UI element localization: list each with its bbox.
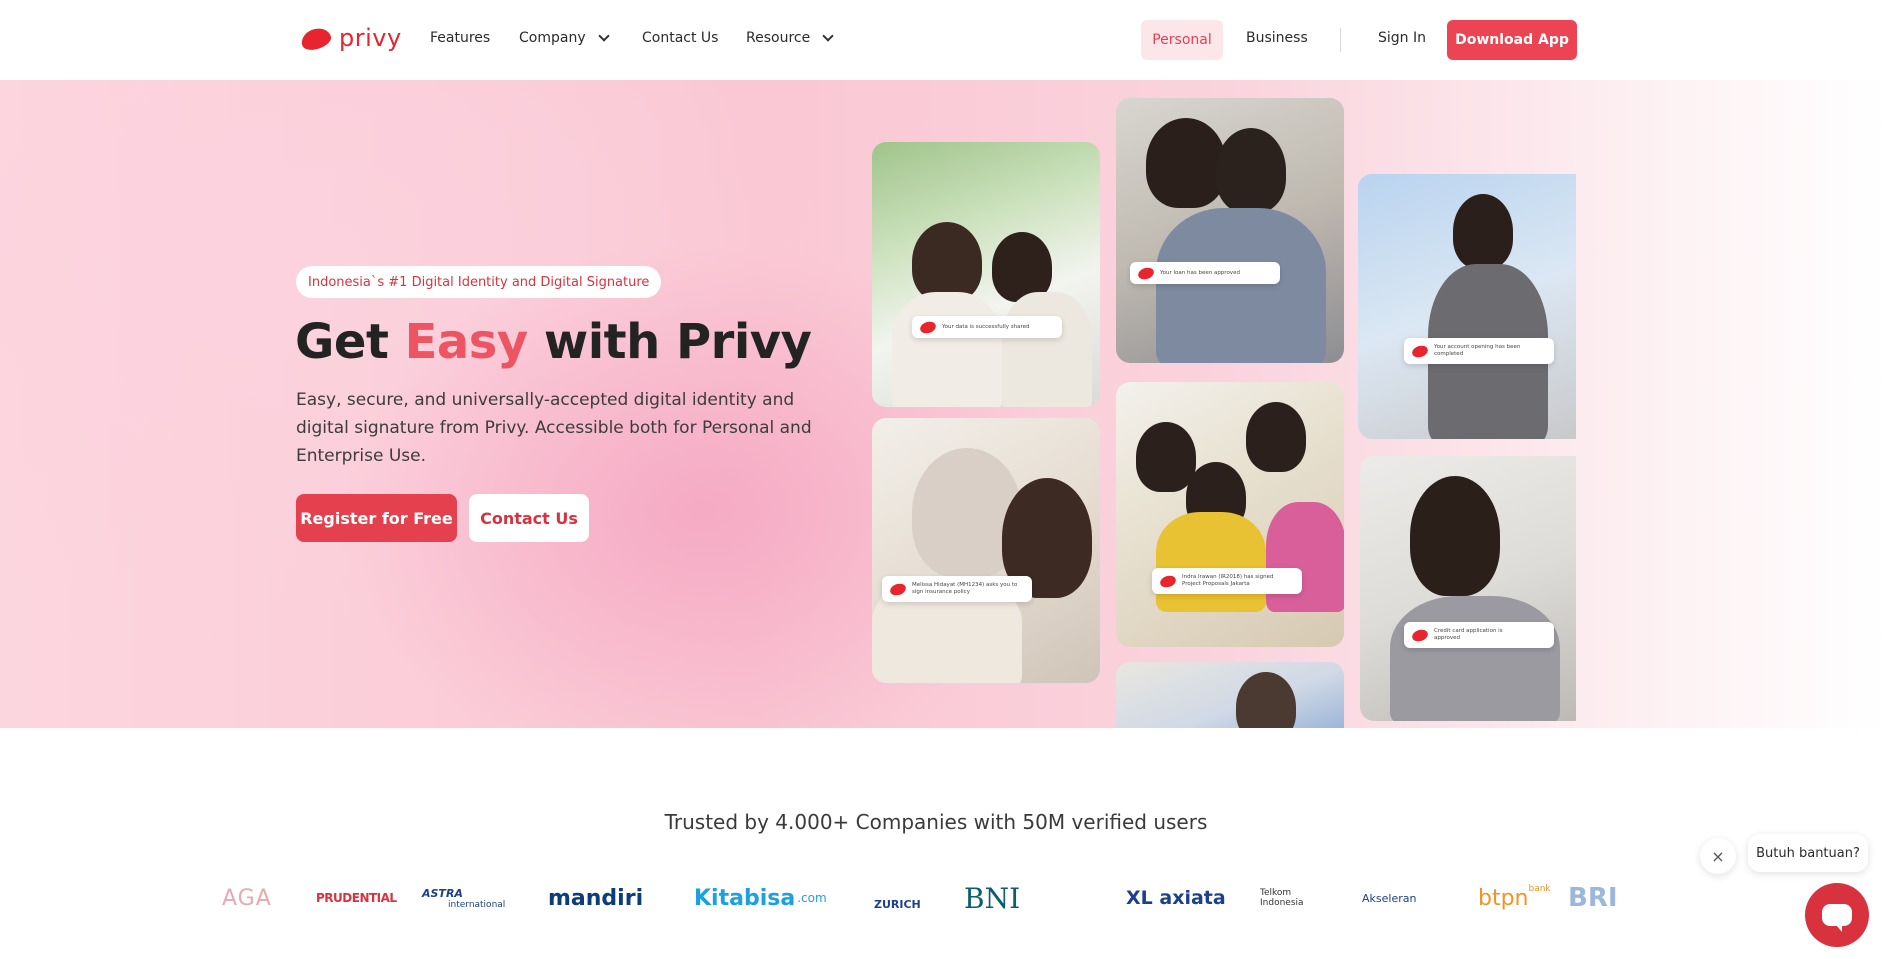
download-app-button[interactable]: Download App bbox=[1447, 20, 1577, 60]
notification-text: Your account opening has been completed bbox=[1434, 344, 1521, 357]
logo-telkom: Telkom Indonesia bbox=[1260, 878, 1304, 918]
notification-text: Your data is successfully shared bbox=[942, 323, 1030, 330]
chat-launcher-button[interactable] bbox=[1805, 883, 1869, 947]
logo-astra: ASTRA international bbox=[422, 878, 505, 918]
logo-kitabisa-name: Kitabisa bbox=[694, 885, 796, 911]
privy-mark-icon bbox=[1158, 573, 1178, 589]
nav-resource-label: Resource bbox=[746, 30, 811, 46]
business-toggle[interactable]: Business bbox=[1246, 30, 1308, 46]
photo-team-meeting: Indra Irawan (IR2018) has signed Project… bbox=[1116, 382, 1344, 647]
logo-zurich: ZURICH bbox=[874, 897, 921, 911]
notification-text: Indra Irawan (IR2018) has signed Project… bbox=[1182, 574, 1274, 587]
nav-company[interactable]: Company bbox=[519, 29, 610, 46]
person-shape bbox=[1266, 502, 1344, 612]
headline-post: with Privy bbox=[527, 314, 812, 370]
privy-mark-icon bbox=[918, 319, 938, 335]
trusted-heading: Trusted by 4.000+ Companies with 50M ver… bbox=[664, 810, 1208, 834]
logo-bri: BRI bbox=[1568, 883, 1618, 913]
nav-company-label: Company bbox=[519, 30, 586, 46]
person-shape bbox=[892, 292, 1002, 407]
hero-subtext: Easy, secure, and universally-accepted d… bbox=[296, 390, 812, 466]
nav-resource[interactable]: Resource bbox=[746, 29, 834, 46]
top-navbar: privy Features Company Contact Us Resour… bbox=[0, 0, 1887, 80]
notification-card: Melissa Hidayat (MH1234) asks you to sig… bbox=[882, 576, 1032, 602]
person-shape bbox=[1236, 672, 1296, 728]
nav-contact-label: Contact Us bbox=[642, 30, 719, 46]
person-shape bbox=[1156, 512, 1266, 612]
notification-card: Your loan has been approved bbox=[1130, 262, 1280, 284]
logo-text: privy bbox=[339, 24, 402, 52]
nav-features-label: Features bbox=[430, 30, 491, 46]
headline-pre: Get bbox=[295, 314, 405, 370]
notification-card: Indra Irawan (IR2018) has signed Project… bbox=[1152, 568, 1302, 594]
chevron-down-icon bbox=[822, 29, 834, 42]
logo-prudential: PRUDENTIAL bbox=[316, 891, 397, 905]
logo-astra-name: ASTRA bbox=[422, 886, 463, 900]
notification-text: Your loan has been approved bbox=[1160, 269, 1240, 276]
nav-divider bbox=[1340, 28, 1341, 52]
person-shape bbox=[1136, 422, 1196, 492]
person-shape bbox=[912, 222, 982, 302]
business-label: Business bbox=[1246, 30, 1308, 46]
person-shape bbox=[1390, 596, 1560, 721]
privy-mark-icon bbox=[1410, 627, 1430, 643]
privy-mark-icon bbox=[1136, 265, 1156, 281]
privy-logo-mark-icon bbox=[299, 25, 333, 51]
photo-couple-garden: Your data is successfully shared bbox=[872, 142, 1100, 407]
photo-couple-laptop: Your loan has been approved bbox=[1116, 98, 1344, 363]
sign-in-label: Sign In bbox=[1378, 30, 1426, 46]
logo-bni: BNI bbox=[964, 881, 1021, 915]
notification-card: Your account opening has been completed bbox=[1404, 338, 1554, 364]
person-shape bbox=[1410, 476, 1500, 596]
photo-woman-blazer: Your account opening has been completed bbox=[1358, 174, 1576, 439]
register-button[interactable]: Register for Free bbox=[296, 494, 457, 542]
notification-text: Credit card application is approved bbox=[1434, 628, 1503, 641]
logo-kitabisa: Kitabisa .com bbox=[694, 878, 827, 918]
person-shape bbox=[1156, 208, 1326, 363]
logo-astra-sub: international bbox=[448, 899, 506, 910]
logo-aga: AGA bbox=[222, 885, 272, 911]
logo-btpn-bank: bank bbox=[1528, 884, 1551, 894]
person-shape bbox=[1146, 118, 1226, 208]
logo-akseleran: Akseleran bbox=[1362, 891, 1417, 905]
photo-woman-excited: Credit card application is approved bbox=[1360, 456, 1576, 721]
logo-mandiri: mandiri bbox=[548, 885, 644, 911]
logo-btpn: btpn bank bbox=[1478, 878, 1551, 918]
logo-btpn-name: btpn bbox=[1478, 885, 1529, 911]
chat-close-button[interactable]: × bbox=[1700, 838, 1736, 874]
person-shape bbox=[1216, 128, 1286, 213]
sign-in-link[interactable]: Sign In bbox=[1378, 30, 1426, 46]
person-shape bbox=[1246, 402, 1306, 472]
privy-mark-icon bbox=[1410, 343, 1430, 359]
chat-help-bubble[interactable]: Butuh bantuan? bbox=[1748, 834, 1868, 872]
chevron-down-icon bbox=[597, 29, 610, 42]
nav-contact-us[interactable]: Contact Us bbox=[642, 30, 718, 46]
hero-badge: Indonesia`s #1 Digital Identity and Digi… bbox=[296, 266, 662, 298]
person-shape bbox=[1002, 292, 1092, 407]
contact-us-button[interactable]: Contact Us bbox=[469, 494, 589, 542]
chat-icon bbox=[1822, 904, 1852, 932]
photo-seniors-phone: Melissa Hidayat (MH1234) asks you to sig… bbox=[872, 418, 1100, 683]
privy-logo[interactable]: privy bbox=[299, 24, 402, 52]
personal-toggle[interactable]: Personal bbox=[1141, 20, 1223, 60]
notification-text: Melissa Hidayat (MH1234) asks you to sig… bbox=[912, 582, 1018, 595]
hero-headline: Get Easy with Privy bbox=[295, 314, 812, 370]
person-shape bbox=[1453, 194, 1513, 269]
privy-mark-icon bbox=[888, 581, 908, 597]
notification-card: Credit card application is approved bbox=[1404, 622, 1554, 648]
logo-telkom-name: Telkom bbox=[1260, 888, 1292, 898]
nav-features[interactable]: Features bbox=[430, 30, 490, 46]
logo-kitabisa-com: .com bbox=[797, 891, 827, 905]
logo-telkom-sub: Indonesia bbox=[1260, 898, 1304, 908]
headline-accent: Easy bbox=[404, 314, 529, 370]
photo-office-partial bbox=[1116, 662, 1344, 728]
notification-card: Your data is successfully shared bbox=[912, 316, 1062, 338]
client-logos-strip: AGA PRUDENTIAL ASTRA international mandi… bbox=[222, 878, 1652, 918]
logo-xl-axiata: XL axiata bbox=[1126, 887, 1226, 909]
